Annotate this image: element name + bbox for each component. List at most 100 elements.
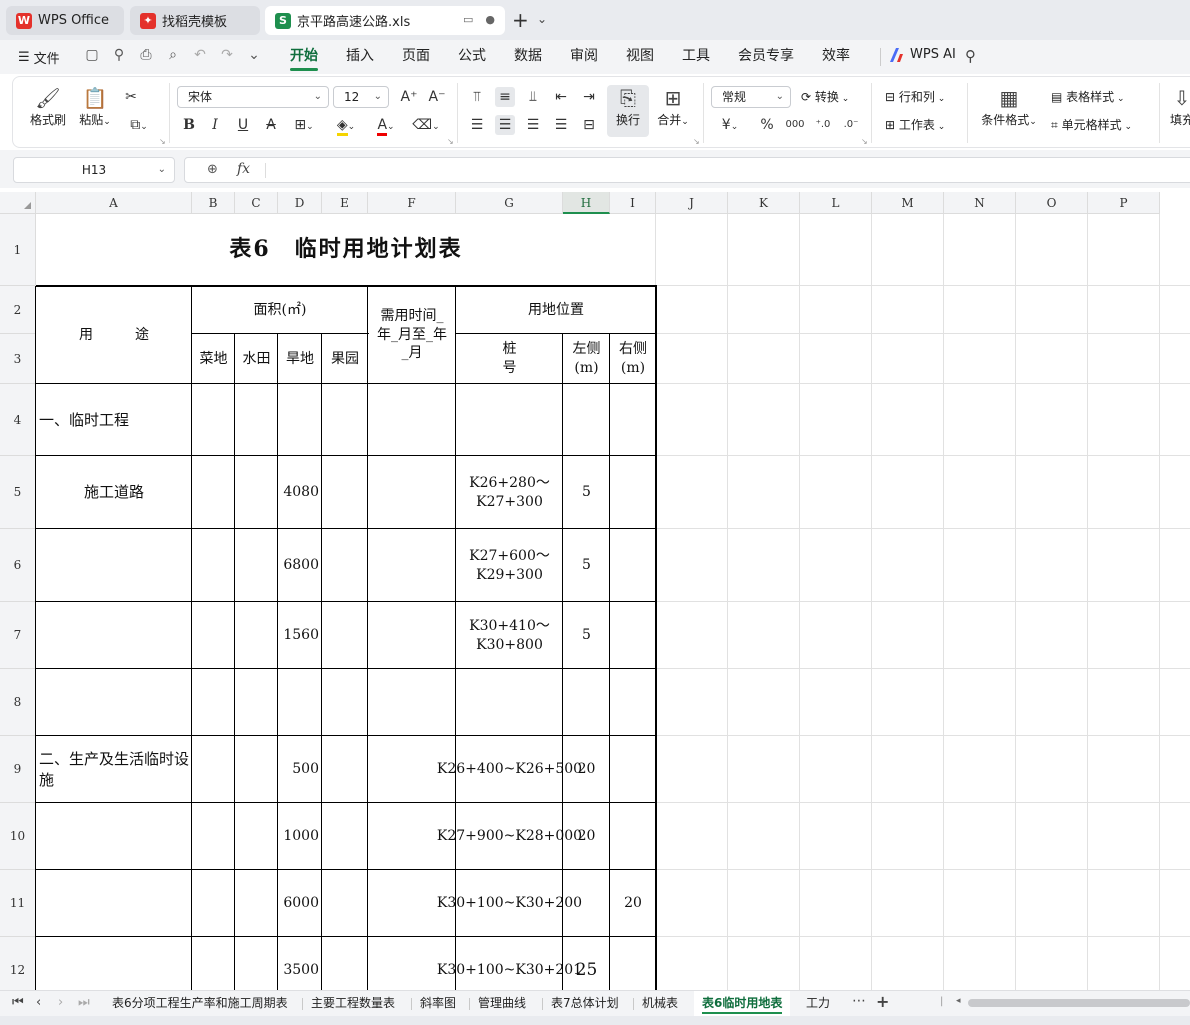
table-style-button[interactable]: ▤ 表格样式 ⌄	[1051, 88, 1125, 105]
menu-tab-formula[interactable]: 公式	[458, 40, 486, 74]
cell-left[interactable]	[563, 384, 610, 456]
cell-use[interactable]	[36, 602, 192, 669]
tab-close-dot-icon[interactable]: ●	[485, 13, 495, 26]
column-header-p[interactable]: P	[1088, 192, 1160, 214]
cell-right[interactable]	[610, 456, 656, 529]
scroll-left-icon[interactable]: ◂	[956, 996, 961, 1006]
menu-tab-review[interactable]: 审阅	[570, 40, 598, 74]
row-header-6[interactable]: 6	[0, 529, 36, 602]
row-header-12[interactable]: 12	[0, 937, 36, 990]
column-header-i[interactable]: I	[610, 192, 656, 214]
cell-style-button[interactable]: ⌗ 单元格样式 ⌄	[1051, 116, 1132, 133]
header-stake[interactable]: 桩 号	[456, 334, 563, 384]
more-chevron-icon[interactable]: ⌄	[246, 47, 262, 63]
prev-sheet-icon[interactable]: ‹	[36, 995, 41, 1010]
row-header-8[interactable]: 8	[0, 669, 36, 736]
column-header-j[interactable]: J	[656, 192, 728, 214]
menu-tab-efficiency[interactable]: 效率	[822, 40, 850, 74]
column-header-m[interactable]: M	[872, 192, 944, 214]
print-icon[interactable]: ⎙	[138, 47, 154, 63]
header-area-col[interactable]: 果园	[322, 334, 368, 384]
cell-stake[interactable]: K26+400~K26+500	[437, 736, 582, 803]
cell-use[interactable]	[36, 937, 192, 990]
column-header-b[interactable]: B	[192, 192, 235, 214]
font-dialog-icon[interactable]: ↘	[447, 137, 454, 146]
merge-button[interactable]: ⊞ 合并⌄	[653, 85, 693, 128]
italic-button[interactable]: I	[205, 115, 225, 135]
number-format-select[interactable]: 常规 ⌄	[711, 86, 791, 108]
horizontal-scrollbar[interactable]	[968, 999, 1190, 1007]
cell-dry-land[interactable]: 4080	[278, 456, 322, 529]
last-sheet-icon[interactable]: ⏭	[78, 995, 90, 1010]
font-name-select[interactable]: 宋体 ⌄	[177, 86, 329, 108]
font-size-select[interactable]: 12 ⌄	[333, 86, 389, 108]
cell-right[interactable]	[610, 669, 656, 736]
border-icon[interactable]: ⊞⌄	[289, 115, 319, 137]
cell-use[interactable]: 二、生产及生活临时设施	[36, 736, 192, 803]
cell-right[interactable]	[610, 384, 656, 456]
cell-stake[interactable]: K27+600～K29+300	[456, 529, 563, 602]
menu-tab-data[interactable]: 数据	[514, 40, 542, 74]
header-use[interactable]: 用 途	[36, 286, 192, 384]
paste-button[interactable]: 📋 粘贴⌄	[75, 85, 115, 128]
cell-right[interactable]	[610, 736, 656, 803]
cell-left[interactable]: 5	[563, 529, 610, 602]
header-time[interactable]: 需用时间_年_月至_年_月	[368, 286, 456, 384]
menu-tab-insert[interactable]: 插入	[346, 40, 374, 74]
sheet-tab[interactable]: 斜率图	[412, 991, 464, 1016]
zoom-formula-icon[interactable]: ⊕	[207, 162, 218, 177]
tab-docer-templates[interactable]: ✦ 找稻壳模板	[130, 6, 260, 35]
cell-stake[interactable]: K26+280～K27+300	[456, 456, 563, 529]
row-header-2[interactable]: 2	[0, 286, 36, 334]
bold-button[interactable]: B	[179, 115, 199, 135]
number-dialog-icon[interactable]: ↘	[861, 137, 868, 146]
cell-right[interactable]	[610, 602, 656, 669]
row-header-10[interactable]: 10	[0, 803, 36, 870]
menu-tab-view[interactable]: 视图	[626, 40, 654, 74]
next-sheet-icon[interactable]: ›	[58, 995, 63, 1010]
sheet-tab[interactable]: 管理曲线	[470, 991, 534, 1016]
row-header-4[interactable]: 4	[0, 384, 36, 456]
clipboard-dialog-icon[interactable]: ↘	[159, 137, 166, 146]
sheet-tab[interactable]: 表6分项工程生产率和施工周期表	[104, 991, 296, 1016]
format-icon[interactable]: ⚲	[111, 47, 127, 63]
increase-font-icon[interactable]: A⁺	[399, 87, 419, 107]
copy-icon[interactable]: ⧉⌄	[121, 115, 157, 137]
column-header-o[interactable]: O	[1016, 192, 1088, 214]
new-tab-button[interactable]: +	[512, 10, 529, 30]
row-header-5[interactable]: 5	[0, 456, 36, 529]
header-location[interactable]: 用地位置	[456, 286, 656, 334]
cell-left[interactable]: 20	[563, 736, 610, 803]
cell-use[interactable]	[36, 669, 192, 736]
column-header-f[interactable]: F	[368, 192, 456, 214]
thousands-separator-icon[interactable]: 000	[785, 115, 805, 135]
align-center-icon[interactable]: ☰	[495, 115, 515, 135]
header-area[interactable]: 面积(㎡)	[192, 286, 368, 334]
cell-left[interactable]: 20	[563, 803, 610, 870]
select-all-corner[interactable]	[0, 192, 36, 214]
cell-dry-land[interactable]: 1560	[278, 602, 322, 669]
cell-right[interactable]	[610, 937, 656, 990]
cell-dry-land[interactable]: 1000	[278, 803, 322, 870]
cell-stake[interactable]: K30+100~K30+200	[437, 870, 582, 937]
cell-use[interactable]: 一、临时工程	[36, 384, 192, 456]
menu-tab-home[interactable]: 开始	[290, 40, 318, 74]
more-sheets-button[interactable]: ⋯	[852, 993, 866, 1009]
underline-button[interactable]: U	[233, 115, 253, 135]
cell-left[interactable]: 5	[563, 456, 610, 529]
cell-use[interactable]	[36, 803, 192, 870]
column-header-h[interactable]: H	[563, 192, 610, 214]
wps-ai-button[interactable]: WPS AI	[890, 47, 956, 62]
cell-dry-land[interactable]: 3500	[278, 937, 322, 990]
align-bottom-icon[interactable]: ⫫	[523, 87, 543, 107]
conditional-format-button[interactable]: ▦ 条件格式⌄	[977, 85, 1041, 128]
file-menu-button[interactable]: ☰ 文件	[18, 48, 60, 67]
row-header-3[interactable]: 3	[0, 334, 36, 384]
increase-decimal-icon[interactable]: ⁺.0	[813, 115, 833, 135]
column-header-e[interactable]: E	[322, 192, 368, 214]
percent-button[interactable]: %	[757, 115, 777, 135]
row-header-9[interactable]: 9	[0, 736, 36, 803]
align-left-icon[interactable]: ☰	[467, 115, 487, 135]
header-area-col[interactable]: 菜地	[192, 334, 235, 384]
cut-icon[interactable]: ✂	[121, 87, 141, 107]
